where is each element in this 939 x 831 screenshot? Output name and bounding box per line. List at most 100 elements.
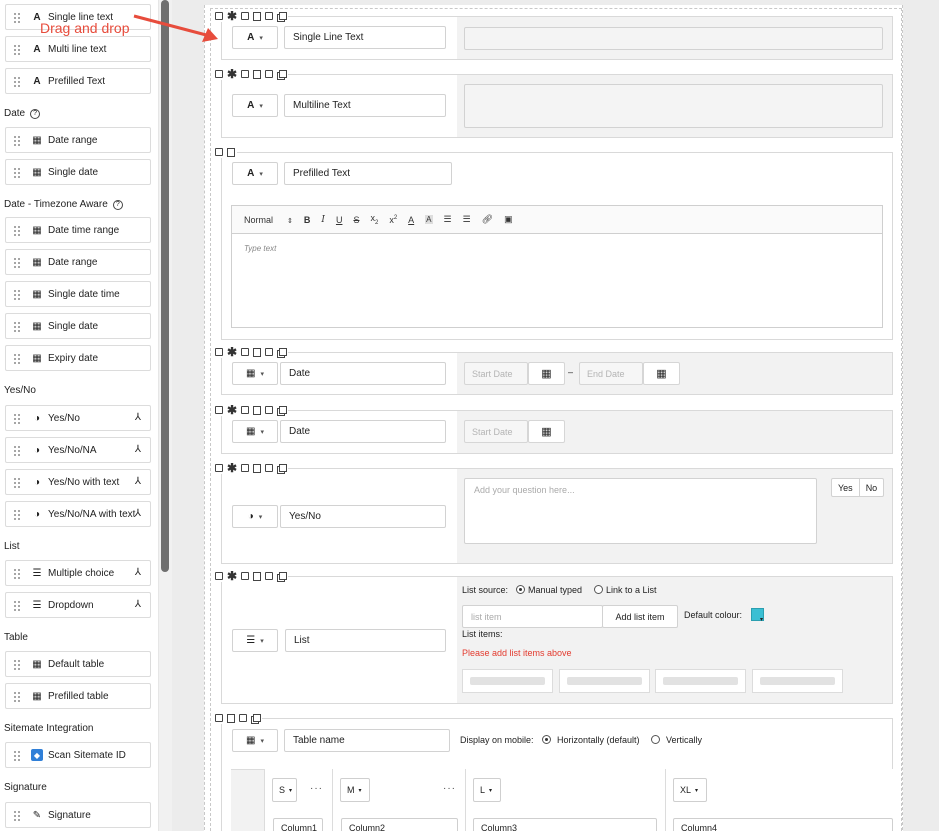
- column-name-input[interactable]: Column2: [341, 818, 458, 831]
- sidebar-item-expiry-date[interactable]: ▦ Expiry date: [5, 345, 151, 371]
- column-name-input[interactable]: Column3: [473, 818, 657, 831]
- checkbox-icon[interactable]: [265, 406, 274, 414]
- duplicate-icon[interactable]: [277, 11, 288, 22]
- help-icon[interactable]: ?: [112, 199, 123, 210]
- more-options-icon[interactable]: ···: [443, 783, 456, 794]
- checkbox-icon[interactable]: [241, 464, 250, 472]
- checkbox-icon[interactable]: [241, 406, 250, 414]
- field-name-input[interactable]: Table name: [284, 729, 450, 752]
- drag-handle-icon[interactable]: [14, 477, 23, 488]
- field-type-dropdown[interactable]: ▦ ▾: [232, 362, 278, 385]
- pdf-icon[interactable]: [253, 11, 262, 21]
- required-icon[interactable]: ✱: [227, 346, 237, 358]
- link-icon[interactable]: 🔗︎: [482, 214, 493, 225]
- yes-option[interactable]: Yes: [832, 479, 859, 496]
- checkbox-icon[interactable]: [265, 70, 274, 78]
- strikethrough-icon[interactable]: S: [353, 215, 359, 225]
- column-size-select[interactable]: S ▾: [272, 778, 297, 802]
- checkbox-icon[interactable]: [265, 464, 274, 472]
- pdf-icon[interactable]: [227, 713, 235, 723]
- checkbox-icon[interactable]: [239, 714, 247, 722]
- drag-handle-icon[interactable]: [14, 353, 23, 364]
- question-input[interactable]: Add your question here...: [464, 478, 817, 544]
- font-color-icon[interactable]: A: [408, 215, 414, 225]
- drag-handle-icon[interactable]: [14, 289, 23, 300]
- add-list-item-button[interactable]: Add list item: [602, 605, 678, 628]
- field-type-dropdown[interactable]: ▦ ▾: [232, 729, 278, 752]
- radio-manual-typed[interactable]: Manual typed: [516, 585, 582, 595]
- checkbox-icon[interactable]: [215, 148, 223, 156]
- sidebar-item-prefilled-text[interactable]: A Prefilled Text: [5, 68, 151, 94]
- pdf-icon[interactable]: [253, 405, 262, 415]
- column-size-select[interactable]: L ▾: [473, 778, 501, 802]
- underline-icon[interactable]: U: [336, 215, 343, 225]
- field-type-dropdown[interactable]: ▦ ▾: [232, 420, 278, 443]
- sidebar-item-scan-sitemate-id[interactable]: ◆ Scan Sitemate ID: [5, 742, 151, 768]
- field-type-dropdown[interactable]: ◑ ▾: [232, 505, 278, 528]
- pdf-icon[interactable]: [253, 69, 262, 79]
- sidebar-item-yes-no[interactable]: ◑ Yes/No ⅄: [5, 405, 151, 431]
- required-icon[interactable]: ✱: [227, 404, 237, 416]
- checkbox-icon[interactable]: [265, 348, 274, 356]
- drag-handle-icon[interactable]: [14, 659, 23, 670]
- checkbox-icon[interactable]: [215, 348, 223, 356]
- bold-icon[interactable]: B: [304, 215, 311, 225]
- column-name-input[interactable]: Column4: [673, 818, 893, 831]
- drag-handle-icon[interactable]: [14, 167, 23, 178]
- pdf-icon[interactable]: [227, 147, 235, 157]
- checkbox-icon[interactable]: [215, 464, 223, 472]
- required-icon[interactable]: ✱: [227, 462, 237, 474]
- field-name-input[interactable]: Date: [280, 362, 446, 385]
- yes-no-toggle[interactable]: Yes No: [831, 478, 885, 497]
- drag-handle-icon[interactable]: [14, 321, 23, 332]
- list-item-input[interactable]: list item: [462, 605, 603, 628]
- ordered-list-icon[interactable]: ☰: [444, 214, 452, 225]
- duplicate-icon[interactable]: [277, 463, 288, 474]
- drag-handle-icon[interactable]: [14, 750, 23, 761]
- radio-link-to-list[interactable]: Link to a List: [594, 585, 657, 595]
- drag-handle-icon[interactable]: [14, 12, 23, 23]
- sidebar-item-yes-no-na-with-text[interactable]: ◑ Yes/No/NA with text ⅄: [5, 501, 151, 527]
- drag-handle-icon[interactable]: [14, 135, 23, 146]
- sidebar-item-default-table[interactable]: ▦ Default table: [5, 651, 151, 677]
- field-name-input[interactable]: Single Line Text: [284, 26, 446, 49]
- superscript-icon[interactable]: x2: [389, 215, 397, 225]
- field-type-dropdown[interactable]: A ▾: [232, 94, 278, 117]
- more-options-icon[interactable]: ···: [310, 783, 323, 794]
- sidebar-item-multi-line-text[interactable]: A Multi line text: [5, 36, 151, 62]
- radio-vertical[interactable]: Vertically: [651, 735, 702, 745]
- sidebar-item-yes-no-na[interactable]: ◑ Yes/No/NA ⅄: [5, 437, 151, 463]
- sidebar-item-single-date[interactable]: ▦ Single date: [5, 159, 151, 185]
- drag-handle-icon[interactable]: [14, 225, 23, 236]
- required-icon[interactable]: ✱: [227, 68, 237, 80]
- highlight-icon[interactable]: A: [425, 215, 433, 224]
- sidebar-item-prefilled-table[interactable]: ▦ Prefilled table: [5, 683, 151, 709]
- field-name-input[interactable]: Yes/No: [280, 505, 446, 528]
- checkbox-icon[interactable]: [215, 406, 223, 414]
- chevron-down-icon[interactable]: ▾: [760, 616, 763, 623]
- italic-icon[interactable]: I: [321, 215, 325, 225]
- duplicate-icon[interactable]: [277, 571, 288, 582]
- image-icon[interactable]: ▣: [504, 214, 513, 225]
- checkbox-icon[interactable]: [215, 572, 223, 580]
- sidebar-item-signature[interactable]: ✎ Signature: [5, 802, 151, 828]
- format-select[interactable]: Normal ⇕: [244, 215, 293, 225]
- duplicate-icon[interactable]: [277, 405, 288, 416]
- field-name-input[interactable]: List: [285, 629, 446, 652]
- checkbox-icon[interactable]: [241, 348, 250, 356]
- drag-handle-icon[interactable]: [14, 44, 23, 55]
- column-size-select[interactable]: M ▾: [340, 778, 370, 802]
- drag-handle-icon[interactable]: [14, 76, 23, 87]
- drag-handle-icon[interactable]: [14, 509, 23, 520]
- field-name-input[interactable]: Multiline Text: [284, 94, 446, 117]
- subscript-icon[interactable]: x2: [370, 213, 378, 226]
- checkbox-icon[interactable]: [265, 12, 274, 20]
- checkbox-icon[interactable]: [215, 70, 223, 78]
- duplicate-icon[interactable]: [277, 69, 288, 80]
- checkbox-icon[interactable]: [265, 572, 274, 580]
- drag-handle-icon[interactable]: [14, 691, 23, 702]
- duplicate-icon[interactable]: [277, 347, 288, 358]
- sidebar-item-yes-no-with-text[interactable]: ◑ Yes/No with text ⅄: [5, 469, 151, 495]
- duplicate-icon[interactable]: [251, 713, 261, 724]
- checkbox-icon[interactable]: [215, 714, 223, 722]
